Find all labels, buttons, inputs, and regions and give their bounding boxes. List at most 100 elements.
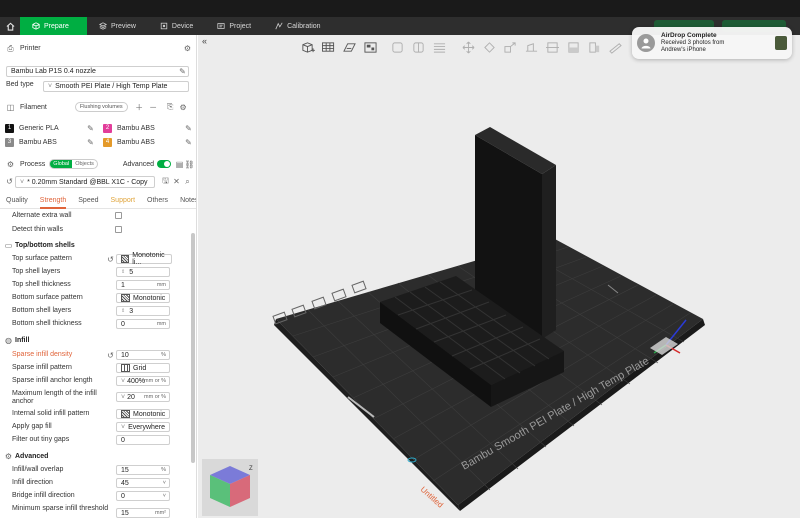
top-shell-layers-label: Top shell layers — [12, 268, 61, 275]
subtab-quality[interactable]: Quality — [0, 193, 34, 209]
printer-icon: ⎙ — [7, 43, 14, 53]
infill-wall-overlap-input[interactable]: 15 % — [116, 465, 170, 475]
filament-gear-icon[interactable]: ⚙ — [179, 103, 188, 112]
top-surface-pattern-select[interactable]: Monotonic li... — [116, 252, 172, 266]
edit-icon[interactable]: ✎ — [86, 138, 95, 147]
subtab-support[interactable]: Support — [105, 193, 142, 209]
filament-name-1: Generic PLA — [19, 125, 59, 132]
filament-title: Filament — [20, 103, 47, 111]
tab-calibration[interactable]: Calibration — [263, 17, 332, 35]
detect-thin-walls-row: Detect thin walls — [12, 226, 196, 233]
min-sparse-label: Minimum sparse infill threshold — [12, 505, 109, 512]
min-sparse-input[interactable]: 15 mm² — [116, 508, 170, 518]
filament-icon: ◫ — [6, 102, 15, 112]
advanced-title: Advanced — [15, 453, 49, 460]
filament-swatch-2: 2 — [103, 124, 112, 133]
infill-wall-overlap-unit: % — [161, 467, 166, 473]
shells-icon: ▭ — [4, 241, 13, 250]
chevron-down-icon: ˅ — [162, 480, 166, 486]
tab-preview[interactable]: Preview — [87, 17, 148, 35]
sparse-infill-pattern-select[interactable]: Grid — [116, 363, 170, 373]
reset-icon[interactable]: ↺ — [106, 255, 115, 264]
tab-device[interactable]: Device — [148, 17, 205, 35]
top-shell-thickness-label: Top shell thickness — [12, 281, 71, 288]
apply-gap-fill-select[interactable]: ˅ Everywhere — [116, 422, 170, 432]
sync-icon[interactable]: ⎘ — [166, 102, 175, 112]
bottom-surface-pattern-value: Monotonic — [133, 294, 166, 302]
save-icon[interactable]: 🖫 — [161, 176, 170, 186]
bed-type-select[interactable]: ˅ Smooth PEI Plate / High Temp Plate — [43, 81, 189, 92]
pattern-icon — [121, 410, 130, 418]
top-shell-layers-input[interactable]: ⇕ 5 — [116, 267, 170, 277]
sparse-infill-density-label: Sparse infill density — [12, 351, 73, 358]
alternate-extra-wall-checkbox[interactable] — [115, 212, 122, 219]
bottom-surface-pattern-label: Bottom surface pattern — [12, 294, 83, 301]
airdrop-notification[interactable]: AirDrop Complete Received 3 photos from … — [632, 27, 792, 59]
sparse-infill-pattern-label: Sparse infill pattern — [12, 364, 72, 371]
filament-swatch-1: 1 — [5, 124, 14, 133]
bottom-shell-thickness-input[interactable]: 0 mm — [116, 319, 170, 329]
close-icon[interactable]: ✕ — [172, 177, 181, 186]
bed-type-label: Bed type — [6, 81, 34, 88]
reset-icon[interactable]: ↺ — [5, 177, 14, 186]
process-preset-select[interactable]: ˅ * 0.20mm Standard @BBL X1C - Copy — [15, 176, 155, 188]
edit-icon[interactable]: ✎ — [178, 67, 187, 76]
edit-icon[interactable]: ✎ — [184, 138, 193, 147]
anchor-length-input[interactable]: ˅ 400% mm or % — [116, 376, 170, 386]
filament-item-4[interactable]: 4 Bambu ABS ✎ — [103, 138, 193, 147]
tab-prepare[interactable]: Prepare — [20, 17, 87, 35]
grid-pattern-icon — [121, 364, 130, 372]
search-icon[interactable]: ⌕ — [183, 177, 192, 186]
tab-project-label: Project — [229, 22, 252, 30]
max-anchor-row: Maximum length of the infill anchor — [12, 390, 112, 406]
seg-objects[interactable]: Objects — [72, 160, 97, 168]
printer-section-header: ⎙ Printer ⚙ — [6, 43, 192, 54]
tab-project[interactable]: Project — [205, 17, 263, 35]
subtab-speed[interactable]: Speed — [72, 193, 104, 209]
bottom-shell-layers-input[interactable]: ⇕ 3 — [116, 306, 170, 316]
add-icon[interactable]: ＋ — [135, 103, 144, 112]
internal-solid-infill-value: Monotonic — [133, 410, 166, 418]
global-objects-switch[interactable]: Global Objects — [49, 159, 98, 169]
internal-solid-infill-select[interactable]: Monotonic — [116, 409, 170, 419]
view-cube-widget[interactable]: Z — [202, 459, 258, 516]
stepper-icon[interactable]: ⇕ — [121, 308, 125, 314]
detect-thin-walls-checkbox[interactable] — [115, 226, 122, 233]
detect-thin-walls-label: Detect thin walls — [12, 226, 63, 233]
top-shell-thickness-input[interactable]: 1 mm — [116, 280, 170, 290]
home-icon[interactable] — [0, 17, 20, 35]
filament-swatch-3: 3 — [5, 138, 14, 147]
advanced-toggle[interactable] — [157, 160, 171, 168]
printer-select[interactable]: Bambu Lab P1S 0.4 nozzle ✎ — [6, 66, 189, 77]
anchor-length-value: 400% — [127, 377, 145, 385]
compare-icon[interactable]: ▤ — [175, 160, 184, 169]
subtab-others[interactable]: Others — [141, 193, 174, 209]
tree-icon[interactable]: ⛓ — [184, 160, 194, 169]
bottom-surface-pattern-select[interactable]: Monotonic — [116, 293, 170, 303]
stepper-icon[interactable]: ⇕ — [121, 269, 125, 275]
filament-item-1[interactable]: 1 Generic PLA ✎ — [5, 124, 95, 133]
3d-viewport[interactable]: « Bambu Smooth PEI Plate / High Temp Pla… — [198, 35, 800, 518]
filament-item-2[interactable]: 2 Bambu ABS ✎ — [103, 124, 193, 133]
edit-icon[interactable]: ✎ — [86, 124, 95, 133]
filament-item-3[interactable]: 3 Bambu ABS ✎ — [5, 138, 95, 147]
device-icon — [160, 22, 168, 30]
sparse-infill-density-input[interactable]: 10 % — [116, 350, 170, 360]
flushing-volumes-button[interactable]: Flushing volumes — [74, 102, 128, 112]
filter-gaps-input[interactable]: 0 — [116, 435, 170, 445]
pattern-icon — [121, 294, 130, 302]
settings-gear-icon[interactable]: ⚙ — [183, 44, 192, 53]
sidebar-scrollbar[interactable] — [191, 233, 195, 463]
remove-icon[interactable]: － — [149, 103, 158, 112]
edit-icon[interactable]: ✎ — [184, 124, 193, 133]
subtab-strength[interactable]: Strength — [34, 193, 72, 209]
printer-select-value: Bambu Lab P1S 0.4 nozzle — [11, 68, 96, 75]
build-plate-scene[interactable]: Bambu Smooth PEI Plate / High Temp Plate… — [198, 35, 800, 518]
subtab-notes[interactable]: Notes — [174, 193, 196, 209]
seg-global[interactable]: Global — [50, 160, 73, 168]
reset-icon[interactable]: ↺ — [106, 351, 115, 360]
alternate-extra-wall-row: Alternate extra wall — [12, 212, 196, 219]
bridge-direction-input[interactable]: 0 ˅ — [116, 491, 170, 501]
infill-direction-input[interactable]: 45 ˅ — [116, 478, 170, 488]
max-anchor-input[interactable]: ˅ 20 mm or % — [116, 392, 170, 402]
